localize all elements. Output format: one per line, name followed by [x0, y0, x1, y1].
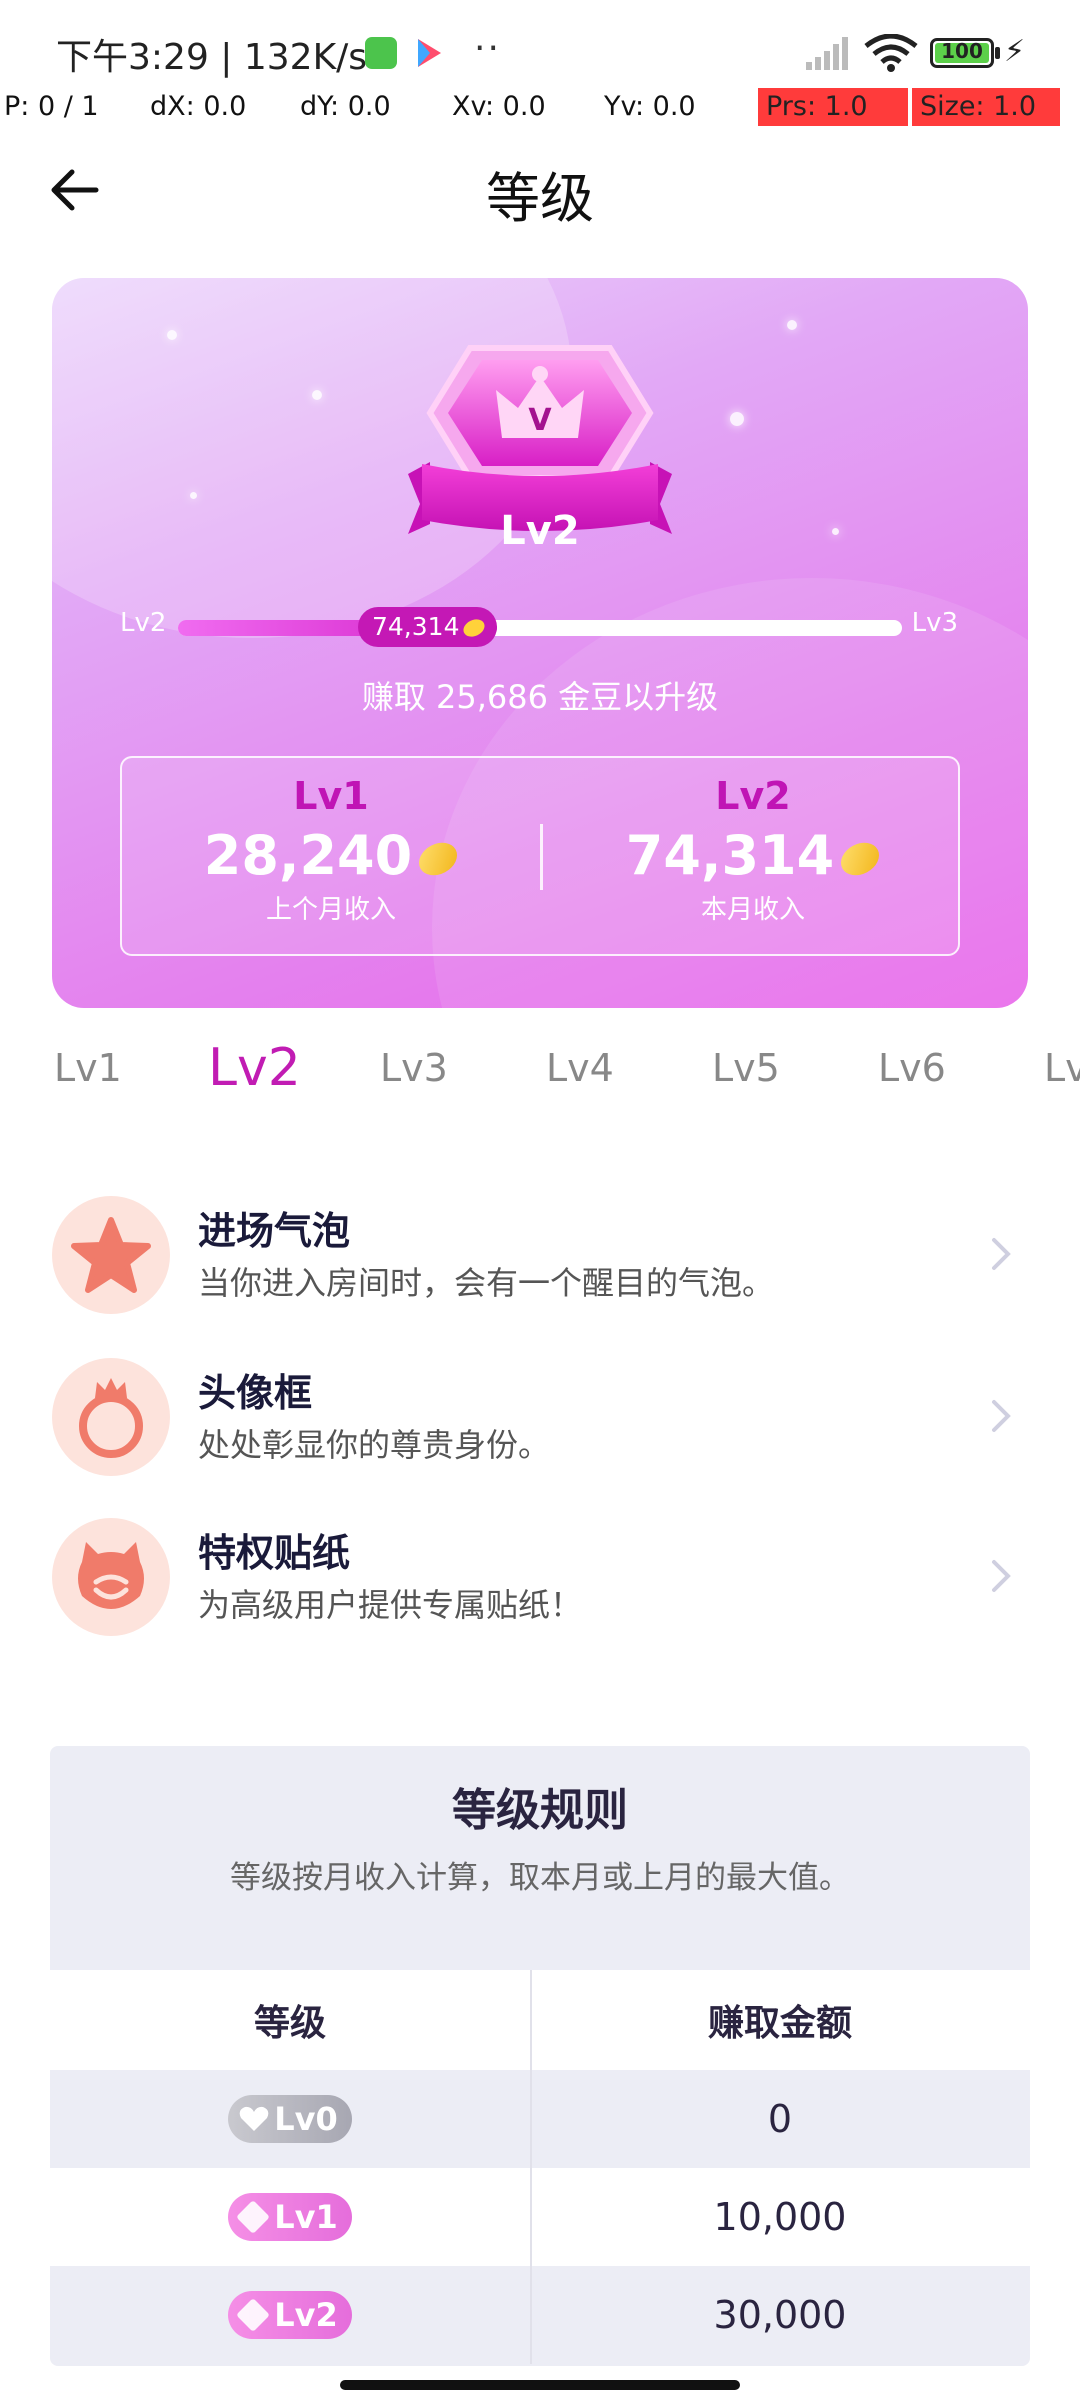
column-header-level: 等级 [253, 2003, 326, 2044]
tab-lv6[interactable]: Lv6 [878, 1046, 946, 1090]
tab-lv7[interactable]: Lv7 [1044, 1046, 1080, 1090]
notification-play-icon [418, 39, 441, 67]
privilege-item[interactable]: 特权贴纸 为高级用户提供专属贴纸！ [0, 1506, 1080, 1646]
rules-table: 等级 赚取金额 Lv0 0 Lv1 10,000 Lv2 30,000 [50, 1970, 1030, 2364]
last-month-stat: Lv1 28,240 上个月收入 [122, 774, 540, 926]
notification-app-icon [365, 37, 397, 69]
tab-lv3[interactable]: Lv3 [380, 1046, 448, 1090]
progress-value-pill: 74,314 [358, 607, 498, 647]
privilege-desc: 当你进入房间时，会有一个醒目的气泡。 [198, 1264, 775, 1302]
this-month-stat: Lv2 74,314 本月收入 [544, 774, 962, 926]
chevron-right-icon [992, 1560, 1011, 1592]
tab-lv5[interactable]: Lv5 [712, 1046, 780, 1090]
badge-level-label: Lv2 [500, 508, 580, 554]
column-header-amount: 赚取金额 [707, 2003, 852, 2044]
signal-icon [806, 37, 848, 70]
debug-dx: dX: 0.0 [150, 91, 247, 122]
sparkle-decoration [787, 320, 797, 330]
tab-lv2[interactable]: Lv2 [208, 1038, 301, 1098]
pointer-debug-overlay: P: 0 / 1 dX: 0.0 dY: 0.0 Xv: 0.0 Yv: 0.0… [0, 88, 1080, 126]
more-notifications-icon: ·· [474, 28, 501, 69]
income-stats-box: Lv1 28,240 上个月收入 Lv2 74,314 本月收入 [120, 756, 960, 956]
battery-level: 100 [941, 39, 983, 63]
diamond-icon [236, 2200, 271, 2234]
table-row: Lv2 30,000 [50, 2266, 1030, 2364]
level-screen: 下午3:29 | 132K/s ·· 100 ⚡ P: 0 / 1 dX: 0.… [0, 0, 1080, 2400]
debug-yv: Yv: 0.0 [604, 91, 696, 122]
progress-value: 74,314 [372, 612, 460, 641]
this-month-caption: 本月收入 [700, 895, 805, 925]
debug-dy: dY: 0.0 [300, 91, 391, 122]
sparkle-decoration [190, 492, 197, 499]
level-progress-bar [178, 620, 902, 636]
chevron-right-icon [992, 1238, 1011, 1270]
last-month-amount: 28,240 [203, 824, 413, 887]
star-icon [52, 1196, 170, 1314]
charging-icon: ⚡ [1004, 34, 1026, 69]
level-badge: Lv2 [228, 2291, 352, 2339]
debug-size: Size: 1.0 [912, 88, 1060, 126]
required-amount: 0 [767, 2097, 793, 2141]
level-rules-section: 等级规则 等级按月收入计算，取本月或上月的最大值。 等级 赚取金额 Lv0 0 … [50, 1746, 1030, 2366]
sticker-icon [52, 1518, 170, 1636]
status-bar: 下午3:29 | 132K/s ·· 100 ⚡ [0, 0, 1080, 96]
level-tabs: Lv1 Lv2 Lv3 Lv4 Lv5 Lv6 Lv7 [0, 1030, 1080, 1120]
tab-lv4[interactable]: Lv4 [546, 1046, 614, 1090]
table-row: Lv1 10,000 [50, 2168, 1030, 2266]
last-month-caption: 上个月收入 [265, 895, 396, 925]
gold-bean-icon [413, 836, 463, 882]
chevron-right-icon [992, 1400, 1011, 1432]
battery-icon: 100 [930, 38, 994, 68]
progress-start-level: Lv2 [120, 608, 167, 638]
page-title: 等级 [486, 167, 594, 230]
level-badge: Lv1 [228, 2193, 352, 2241]
privilege-item[interactable]: 头像框 处处彰显你的尊贵身份。 [0, 1346, 1080, 1486]
top-app-bar: 等级 [0, 140, 1080, 240]
rules-title: 等级规则 [452, 1785, 628, 1836]
table-row: Lv0 0 [50, 2070, 1030, 2168]
avatar-frame-icon [52, 1358, 170, 1476]
sparkle-decoration [312, 390, 322, 400]
level-badge-label: Lv2 [274, 2296, 338, 2334]
this-month-amount: 74,314 [625, 824, 835, 887]
level-badge-label: Lv0 [274, 2100, 338, 2138]
privilege-name: 进场气泡 [198, 1209, 351, 1253]
privilege-desc: 处处彰显你的尊贵身份。 [198, 1426, 551, 1464]
gold-bean-icon [835, 836, 885, 882]
rules-subtitle: 等级按月收入计算，取本月或上月的最大值。 [230, 1860, 850, 1896]
wifi-icon [864, 34, 918, 72]
status-time: 下午3:29 | 132K/s [56, 37, 368, 78]
progress-end-level: Lv3 [911, 608, 958, 638]
heart-icon [239, 2106, 269, 2131]
privilege-item[interactable]: 进场气泡 当你进入房间时，会有一个醒目的气泡。 [0, 1184, 1080, 1324]
debug-xv: Xv: 0.0 [452, 91, 546, 122]
last-month-level: Lv1 [293, 774, 369, 818]
debug-pressure: Prs: 1.0 [758, 88, 908, 126]
battery-tip [995, 47, 1000, 59]
privilege-name: 特权贴纸 [198, 1531, 351, 1575]
debug-pointer-count: P: 0 / 1 [4, 91, 99, 122]
privilege-name: 头像框 [198, 1371, 313, 1415]
level-badge: Lv0 [228, 2095, 352, 2143]
sparkle-decoration [730, 412, 744, 426]
table-header-row: 等级 赚取金额 [50, 1970, 1030, 2070]
upgrade-hint: 赚取 25,686 金豆以升级 [361, 678, 719, 716]
level-badge-label: Lv1 [274, 2198, 338, 2236]
gesture-home-bar[interactable] [340, 2380, 740, 2390]
sparkle-decoration [167, 330, 177, 340]
gold-bean-icon [461, 616, 488, 640]
level-card: V Lv2 Lv2 Lv3 74,314 赚取 25,686 金豆以升级 Lv1… [52, 278, 1028, 1008]
svg-text:V: V [528, 403, 552, 438]
required-amount: 30,000 [713, 2293, 847, 2337]
this-month-level: Lv2 [715, 774, 791, 818]
diamond-icon [236, 2298, 271, 2332]
privilege-desc: 为高级用户提供专属贴纸！ [198, 1586, 583, 1624]
tab-lv1[interactable]: Lv1 [54, 1046, 122, 1090]
stats-divider [540, 824, 543, 890]
required-amount: 10,000 [713, 2195, 847, 2239]
